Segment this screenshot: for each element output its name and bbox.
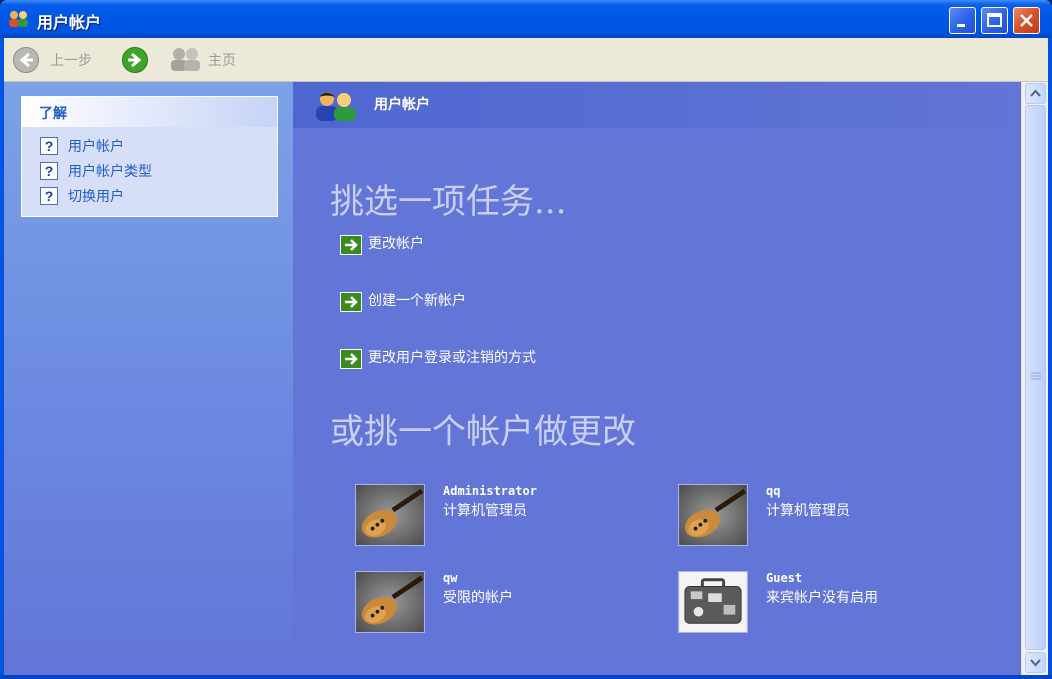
scroll-up-button[interactable] <box>1025 83 1046 104</box>
home-button-label[interactable]: 主页 <box>208 50 236 70</box>
account-guest[interactable]: Guest 来宾帐户没有启用 <box>678 571 978 635</box>
learn-item-label[interactable]: 用户帐户类型 <box>68 161 152 181</box>
task-create-account[interactable]: 创建一个新帐户 <box>340 289 740 313</box>
window-border-bottom <box>0 675 1052 679</box>
learn-about-box: 了解 ? 用户帐户 ? 用户帐户类型 ? 切换用户 <box>21 96 278 217</box>
navigation-toolbar: 上一步 主页 <box>4 38 1048 82</box>
back-arrow-icon[interactable] <box>12 46 40 74</box>
svg-text:?: ? <box>45 163 54 179</box>
learn-item-switch-user[interactable]: ? 切换用户 <box>40 185 270 207</box>
account-type: 计算机管理员 <box>766 503 850 519</box>
account-qw[interactable]: qw 受限的帐户 <box>355 571 655 635</box>
content-area: 了解 ? 用户帐户 ? 用户帐户类型 ? 切换用户 用户帐户 挑选一项任务...… <box>4 82 1048 675</box>
left-task-pane: 了解 ? 用户帐户 ? 用户帐户类型 ? 切换用户 <box>4 82 293 675</box>
title-bar[interactable]: 用户帐户 <box>0 0 1052 38</box>
users-home-icon[interactable] <box>169 46 203 72</box>
pick-task-heading: 挑选一项任务... <box>330 182 567 222</box>
scroll-thumb[interactable] <box>1025 105 1046 650</box>
learn-title: 了解 <box>39 106 67 122</box>
account-name[interactable]: Guest <box>766 571 802 585</box>
green-arrow-icon <box>340 349 362 369</box>
account-name[interactable]: Administrator <box>443 484 537 498</box>
guitar-picture-icon[interactable] <box>355 484 425 546</box>
pick-account-heading: 或挑一个帐户做更改 <box>330 412 636 452</box>
maximize-icon <box>987 13 1002 27</box>
help-question-icon: ? <box>40 162 58 180</box>
account-name[interactable]: qw <box>443 571 457 585</box>
green-arrow-icon <box>340 235 362 255</box>
close-icon <box>1020 14 1033 27</box>
chevron-up-icon <box>1030 89 1041 97</box>
learn-header: 了解 <box>22 97 277 127</box>
back-button-label[interactable]: 上一步 <box>50 50 92 70</box>
maximize-button[interactable] <box>981 7 1008 34</box>
window-border-right <box>1048 38 1052 679</box>
minimize-button[interactable] <box>949 7 976 34</box>
account-type: 受限的帐户 <box>443 590 513 606</box>
green-arrow-icon <box>340 292 362 312</box>
users-app-icon <box>9 11 28 27</box>
help-question-icon: ? <box>40 137 58 155</box>
account-name[interactable]: qq <box>766 484 780 498</box>
window-title: 用户帐户 <box>37 13 102 32</box>
user-accounts-icon <box>316 92 356 121</box>
svg-text:?: ? <box>45 188 54 204</box>
close-button[interactable] <box>1013 7 1040 34</box>
task-change-account[interactable]: 更改帐户 <box>340 232 740 256</box>
guitar-picture-icon[interactable] <box>678 484 748 546</box>
suitcase-picture-icon[interactable] <box>678 571 748 633</box>
page-header: 用户帐户 <box>293 82 1021 128</box>
task-change-logon-logoff[interactable]: 更改用户登录或注销的方式 <box>340 346 740 370</box>
learn-item-account-types[interactable]: ? 用户帐户类型 <box>40 160 270 182</box>
account-type: 计算机管理员 <box>443 503 527 519</box>
learn-item-label[interactable]: 用户帐户 <box>68 136 124 156</box>
grip-icon <box>1031 372 1041 380</box>
svg-text:?: ? <box>45 138 54 154</box>
vertical-scrollbar[interactable] <box>1021 82 1048 675</box>
account-administrator[interactable]: Administrator 计算机管理员 <box>355 484 655 548</box>
task-label[interactable]: 创建一个新帐户 <box>368 290 466 310</box>
main-pane: 用户帐户 挑选一项任务... 更改帐户 创建一个新帐户 更改用户登录或注销的方式… <box>293 82 1021 675</box>
task-label[interactable]: 更改用户登录或注销的方式 <box>368 347 536 367</box>
learn-items: ? 用户帐户 ? 用户帐户类型 ? 切换用户 <box>22 127 277 216</box>
user-accounts-window: 用户帐户 上一步 主页 了解 ? 用户帐户 ? 用户帐户类型 ? 切换用户 用户… <box>0 0 1052 679</box>
guitar-picture-icon[interactable] <box>355 571 425 633</box>
chevron-down-icon <box>1030 659 1041 667</box>
learn-item-label[interactable]: 切换用户 <box>68 186 124 206</box>
forward-arrow-icon[interactable] <box>121 46 149 74</box>
learn-item-user-accounts[interactable]: ? 用户帐户 <box>40 135 270 157</box>
account-type: 来宾帐户没有启用 <box>766 590 878 606</box>
account-qq[interactable]: qq 计算机管理员 <box>678 484 978 548</box>
minimize-icon <box>957 24 965 27</box>
page-title: 用户帐户 <box>374 97 430 113</box>
scroll-down-button[interactable] <box>1025 652 1046 673</box>
help-question-icon: ? <box>40 187 58 205</box>
task-label[interactable]: 更改帐户 <box>368 233 424 253</box>
